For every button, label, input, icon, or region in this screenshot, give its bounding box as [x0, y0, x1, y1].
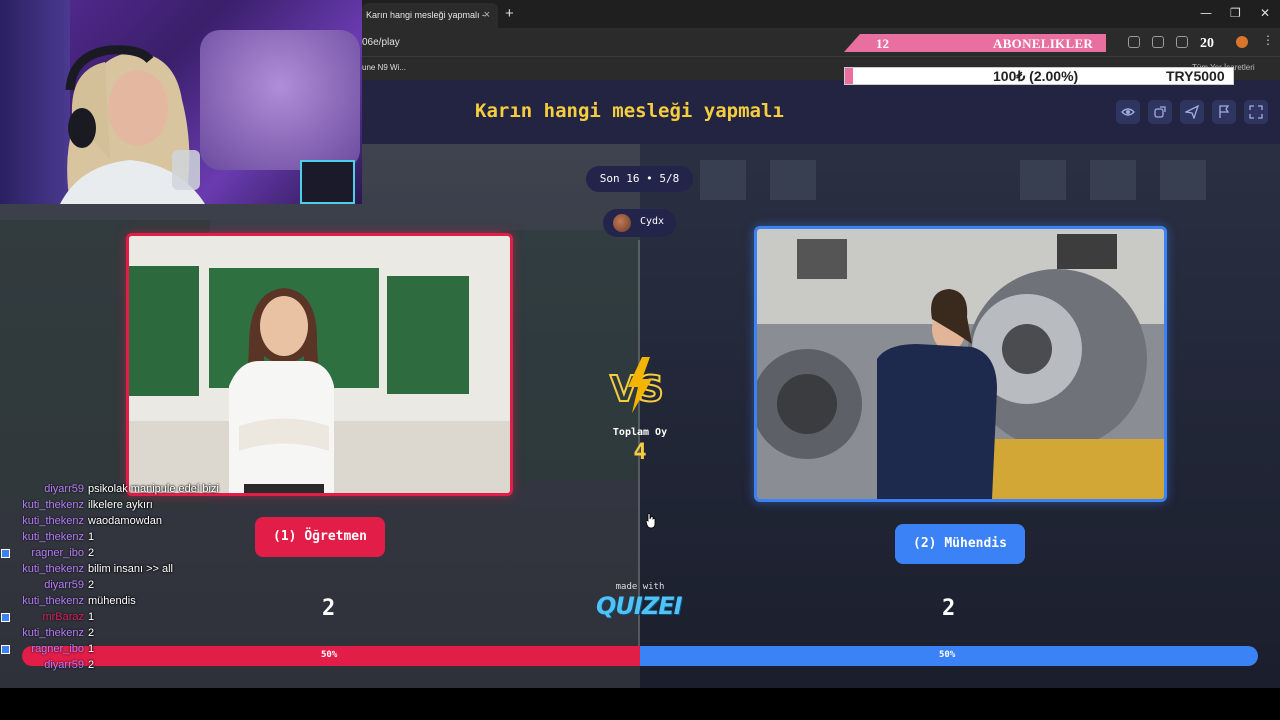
extension-icon[interactable]: [1152, 36, 1164, 48]
chat-text: mühendis: [88, 595, 136, 607]
chat-message: kuti_thekenz ilkelere aykırı: [0, 498, 240, 514]
chat-message: kuti_thekenz mühendis: [0, 594, 240, 610]
chat-badge-icon: [1, 549, 10, 558]
donation-goal-target: TRY5000: [1166, 68, 1225, 84]
chat-message: diyarr59 2: [0, 578, 240, 594]
chat-text: 1: [88, 531, 95, 543]
restore-button[interactable]: ❐: [1230, 6, 1241, 20]
vote-count-teacher: 2: [322, 596, 336, 621]
chat-username[interactable]: diyarr59: [44, 483, 84, 495]
chat-text: 2: [88, 579, 95, 591]
chat-username[interactable]: ragner_ibo: [31, 547, 84, 559]
quiz-title: Karın hangi mesleği yapmalı: [475, 100, 784, 122]
made-with-label: made with: [615, 582, 665, 592]
option-image-teacher[interactable]: [126, 233, 513, 496]
tab-close-icon[interactable]: ×: [484, 9, 490, 21]
chat-badge-icon: [1, 645, 10, 654]
chat-text: 2: [88, 659, 95, 671]
chat-message: kuti_thekenz waodamowdan: [0, 514, 240, 530]
fullscreen-icon[interactable]: [1244, 100, 1268, 124]
menu-icon[interactable]: ⋮: [1262, 33, 1274, 47]
creator-badge[interactable]: Cydx: [603, 209, 676, 237]
versus-icon: VS: [609, 357, 665, 413]
browser-tab[interactable]: Karın hangi mesleği yapmalı - ×: [362, 3, 498, 28]
chat-message: diyarr59 psikolak manipule edel bizi: [0, 482, 240, 498]
chat-username[interactable]: kuti_thekenz: [22, 563, 84, 575]
subscription-label: ABONELIKLER: [993, 36, 1094, 51]
bottom-margin: [0, 688, 1280, 720]
chat-username[interactable]: diyarr59: [44, 579, 84, 591]
chat-message: ragner_ibo 1: [0, 642, 240, 658]
chat-message: mrBaraz 1: [0, 610, 240, 626]
chat-text: 2: [88, 627, 95, 639]
extension-icon[interactable]: [1176, 36, 1188, 48]
brand-logo[interactable]: QUIZEI: [596, 592, 683, 620]
extension-icon[interactable]: [1128, 36, 1140, 48]
chat-message: diyarr59 2: [0, 658, 240, 674]
send-icon[interactable]: [1180, 100, 1204, 124]
chat-username[interactable]: kuti_thekenz: [22, 515, 84, 527]
new-tab-button[interactable]: +: [505, 5, 514, 22]
chat-text: psikolak manipule edel bizi: [88, 483, 219, 495]
option-image-engineer[interactable]: [754, 226, 1167, 502]
eye-icon[interactable]: [1116, 100, 1140, 124]
minimize-button[interactable]: —: [1200, 6, 1212, 20]
webcam-feed: [0, 0, 362, 204]
avatar: [613, 214, 631, 232]
chat-username[interactable]: kuti_thekenz: [22, 499, 84, 511]
mouse-cursor-icon: [646, 513, 656, 529]
chat-message: kuti_thekenz 2: [0, 626, 240, 642]
round-indicator: Son 16 • 5/8: [586, 166, 693, 192]
chat-text: 2: [88, 547, 95, 559]
chat-text: 1: [88, 643, 95, 655]
chat-message: kuti_thekenz bilim insanı >> all: [0, 562, 240, 578]
total-votes-label: Toplam Oy: [612, 427, 668, 438]
creator-name: Cydx: [640, 216, 665, 227]
chat-text: waodamowdan: [88, 515, 162, 527]
profile-avatar[interactable]: [1236, 36, 1248, 48]
chat-username[interactable]: kuti_thekenz: [22, 531, 84, 543]
chat-username[interactable]: diyarr59: [44, 659, 84, 671]
subscription-count: 12: [876, 36, 889, 51]
close-window-button[interactable]: ✕: [1260, 6, 1270, 20]
chat-text: ilkelere aykırı: [88, 499, 153, 511]
chat-username[interactable]: kuti_thekenz: [22, 627, 84, 639]
chat-message: kuti_thekenz 1: [0, 530, 240, 546]
total-votes-value: 4: [633, 440, 647, 465]
percent-engineer: 50%: [939, 650, 956, 660]
chat-username[interactable]: mrBaraz: [42, 611, 84, 623]
donation-goal-current: 100₺ (2.00%): [993, 68, 1079, 84]
result-bar-engineer: 50%: [640, 646, 1258, 666]
url-field[interactable]: 06e/play: [362, 37, 400, 48]
tab-title: Karın hangi mesleği yapmalı -: [366, 10, 486, 20]
edit-icon[interactable]: [1148, 100, 1172, 124]
chat-overlay: diyarr59 psikolak manipule edel bizi kuti_…: [0, 482, 240, 674]
bookmark-item[interactable]: une N9 Wi...: [362, 63, 406, 72]
choice-button-teacher[interactable]: (1) Öğretmen: [255, 517, 385, 557]
percent-teacher: 50%: [321, 650, 338, 660]
choice-button-engineer[interactable]: (2) Mühendis: [895, 524, 1025, 564]
donation-goal-fill: [845, 68, 853, 84]
chat-badge-icon: [1, 613, 10, 622]
chat-text: 1: [88, 611, 95, 623]
vote-count-engineer: 2: [942, 596, 956, 621]
chat-text: bilim insanı >> all: [88, 563, 173, 575]
chat-username[interactable]: ragner_ibo: [31, 643, 84, 655]
extension-count: 20: [1200, 36, 1214, 51]
flag-icon[interactable]: [1212, 100, 1236, 124]
chat-message: ragner_ibo 2: [0, 546, 240, 562]
chat-username[interactable]: kuti_thekenz: [22, 595, 84, 607]
